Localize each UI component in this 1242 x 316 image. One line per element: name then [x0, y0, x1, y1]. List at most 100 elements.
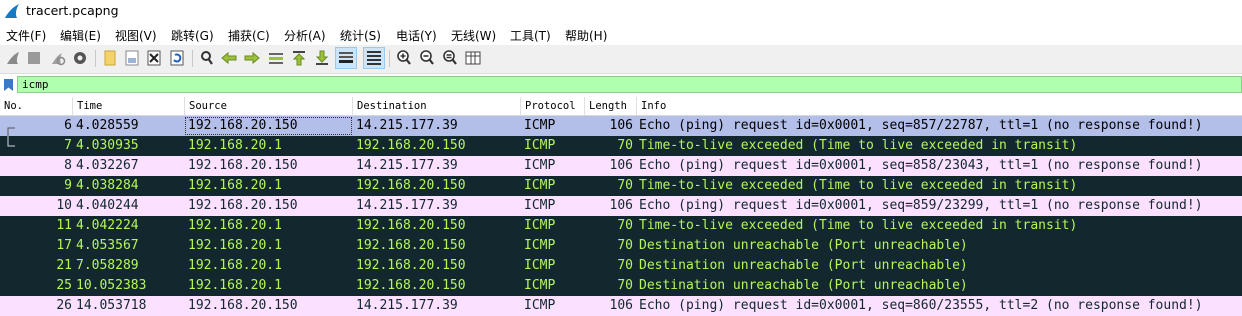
cell-protocol: ICMP [524, 158, 556, 173]
toolbar-separator [95, 50, 96, 67]
cell-time: 4.032267 [76, 158, 139, 173]
menu-statistics[interactable]: 统计(S) [340, 27, 381, 44]
column-header-destination[interactable]: Destination [352, 97, 520, 115]
zoom-normal-icon[interactable] [441, 49, 459, 67]
close-file-icon[interactable] [145, 49, 163, 67]
cell-destination: 14.215.177.39 [356, 118, 458, 133]
cell-destination: 14.215.177.39 [356, 198, 458, 213]
resize-columns-icon[interactable] [464, 49, 482, 67]
restart-capture-icon[interactable] [48, 49, 66, 67]
start-capture-icon[interactable] [4, 49, 22, 67]
packet-row[interactable]: 10 4.040244 192.168.20.150 14.215.177.39 ICM… [0, 196, 1242, 216]
packet-row[interactable]: 7 4.030935 192.168.20.1 192.168.20.150 ICMP 7… [0, 136, 1242, 156]
cell-no: 26 [56, 298, 72, 313]
go-back-icon[interactable] [220, 49, 238, 67]
cell-destination: 192.168.20.150 [356, 178, 466, 193]
column-header-time[interactable]: Time [72, 97, 184, 115]
menu-view[interactable]: 视图(V) [115, 27, 157, 44]
find-packet-icon[interactable] [198, 49, 216, 67]
cell-info: Destination unreachable (Port unreachabl… [639, 258, 968, 273]
cell-source: 192.168.20.1 [188, 258, 282, 273]
packet-row[interactable]: 26 14.053718 192.168.20.150 14.215.177.39 IC… [0, 296, 1242, 316]
menu-analyze[interactable]: 分析(A) [284, 27, 326, 44]
cell-protocol: ICMP [524, 238, 556, 253]
menu-capture[interactable]: 捕获(C) [228, 27, 270, 44]
display-filter-input[interactable]: icmp [17, 76, 1242, 93]
cell-info: Time-to-live exceeded (Time to live exce… [639, 138, 1078, 153]
cell-no: 10 [56, 198, 72, 213]
packet-row[interactable]: 17 4.053567 192.168.20.1 192.168.20.150 ICMP… [0, 236, 1242, 256]
title-bar: tracert.pcapng [0, 0, 1242, 24]
cell-source: 192.168.20.1 [188, 178, 282, 193]
wireshark-fin-icon [5, 4, 19, 18]
window-title: tracert.pcapng [26, 3, 119, 18]
cell-info: Time-to-live exceeded (Time to live exce… [639, 178, 1078, 193]
cell-time: 4.042224 [76, 218, 139, 233]
cell-source: 192.168.20.1 [188, 138, 282, 153]
cell-destination: 192.168.20.150 [356, 238, 466, 253]
go-forward-icon[interactable] [243, 49, 261, 67]
packet-row[interactable]: 25 10.052383 192.168.20.1 192.168.20.150 ICM… [0, 276, 1242, 296]
cell-protocol: ICMP [524, 218, 556, 233]
cell-no: 6 [64, 118, 72, 133]
column-header-protocol[interactable]: Protocol [520, 97, 584, 115]
cell-time: 4.028559 [76, 118, 139, 133]
column-header-info[interactable]: Info [636, 97, 1242, 115]
cell-protocol: ICMP [524, 138, 556, 153]
cell-length: 70 [617, 278, 633, 293]
cell-destination: 192.168.20.150 [356, 258, 466, 273]
cell-info: Destination unreachable (Port unreachabl… [639, 238, 968, 253]
cell-source: 192.168.20.150 [188, 298, 298, 313]
menu-help[interactable]: 帮助(H) [565, 27, 607, 44]
cell-info: Echo (ping) request id=0x0001, seq=858/2… [639, 158, 1203, 173]
menu-edit[interactable]: 编辑(E) [60, 27, 101, 44]
colorize-icon[interactable] [363, 47, 385, 69]
go-first-icon[interactable] [290, 49, 308, 67]
cell-no: 9 [64, 178, 72, 193]
menu-wireless[interactable]: 无线(W) [451, 27, 496, 44]
cell-no: 8 [64, 158, 72, 173]
cell-source: 192.168.20.1 [188, 278, 282, 293]
menu-tools[interactable]: 工具(T) [510, 27, 551, 44]
capture-options-icon[interactable] [71, 49, 89, 67]
column-header-no[interactable]: No. [0, 97, 72, 115]
cell-destination: 14.215.177.39 [356, 158, 458, 173]
packet-row[interactable]: 8 4.032267 192.168.20.150 14.215.177.39 ICMP… [0, 156, 1242, 176]
cell-length: 70 [617, 138, 633, 153]
menu-file[interactable]: 文件(F) [6, 27, 46, 44]
cell-no: 7 [64, 138, 72, 153]
cell-source: 192.168.20.1 [188, 238, 282, 253]
packet-row[interactable]: 9 4.038284 192.168.20.1 192.168.20.150 ICMP 7… [0, 176, 1242, 196]
cell-protocol: ICMP [524, 118, 556, 133]
cell-destination: 192.168.20.150 [356, 278, 466, 293]
open-file-icon[interactable] [101, 49, 119, 67]
menu-go[interactable]: 跳转(G) [171, 27, 214, 44]
packet-row[interactable]: 21 7.058289 192.168.20.1 192.168.20.150 ICMP… [0, 256, 1242, 276]
packet-row[interactable]: 11 4.042224 192.168.20.1 192.168.20.150 ICMP… [0, 216, 1242, 236]
cell-no: 11 [56, 218, 72, 233]
go-to-packet-icon[interactable] [267, 49, 285, 67]
stop-capture-icon[interactable] [25, 49, 43, 67]
reload-file-icon[interactable] [168, 49, 186, 67]
cell-time: 14.053718 [76, 298, 147, 313]
packet-row[interactable]: 6 4.028559 192.168.20.150 14.215.177.39 ICMP… [0, 116, 1242, 136]
cell-destination: 192.168.20.150 [356, 138, 466, 153]
cell-length: 106 [609, 118, 633, 133]
cell-destination: 192.168.20.150 [356, 218, 466, 233]
filter-bookmark-icon[interactable] [3, 78, 14, 92]
menu-telephony[interactable]: 电话(Y) [396, 27, 437, 44]
cell-info: Echo (ping) request id=0x0001, seq=860/2… [639, 298, 1203, 313]
save-file-icon[interactable] [123, 49, 141, 67]
zoom-out-icon[interactable] [418, 49, 436, 67]
auto-scroll-icon[interactable] [335, 47, 357, 69]
cell-protocol: ICMP [524, 178, 556, 193]
go-last-icon[interactable] [313, 49, 331, 67]
cell-no: 21 [56, 258, 72, 273]
cell-length: 70 [617, 218, 633, 233]
cell-no: 17 [56, 238, 72, 253]
packet-list-header: No. Time Source Destination Protocol Len… [0, 97, 1242, 116]
column-header-length[interactable]: Length [584, 97, 636, 115]
main-toolbar [0, 45, 1242, 74]
column-header-source[interactable]: Source [184, 97, 352, 115]
zoom-in-icon[interactable] [395, 49, 413, 67]
